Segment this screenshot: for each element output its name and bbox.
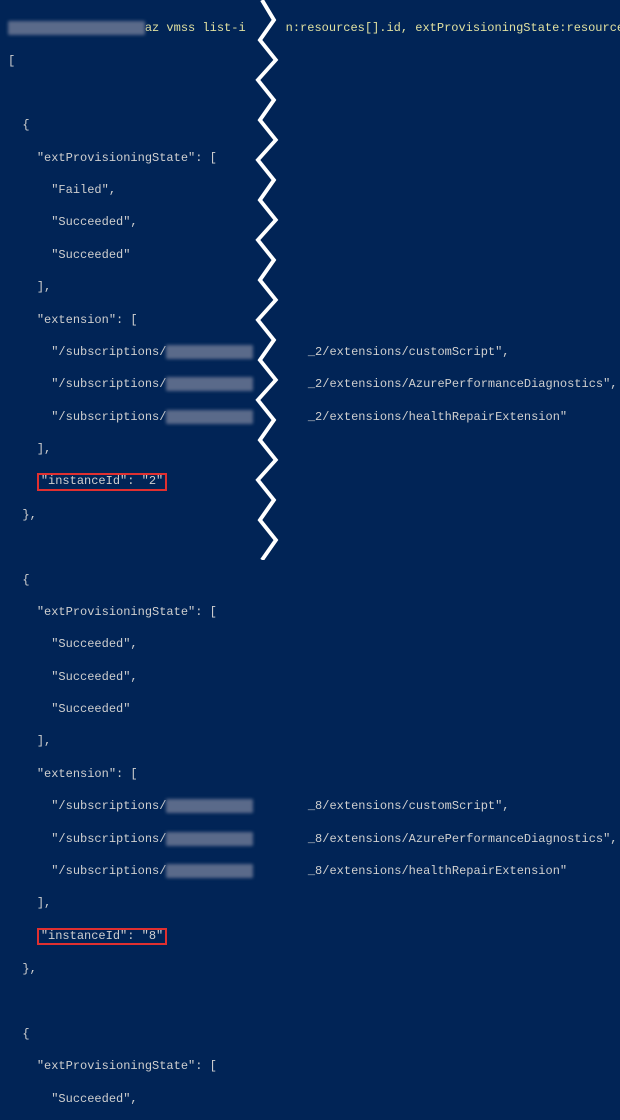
state-value: "Succeeded",: [8, 1091, 612, 1107]
command-left: az vmss list-i: [145, 21, 246, 35]
state-value: "Succeeded",: [8, 636, 612, 652]
arr-close: ],: [8, 441, 612, 457]
command-right: n:resources[].id, extProvisioningState:r…: [286, 21, 620, 35]
state-value: "Succeeded": [8, 247, 612, 263]
brace-open: {: [8, 117, 612, 133]
prompt-blur: PS C:\Users\admin>: [8, 21, 145, 35]
extension-label: "extension": [: [8, 766, 612, 782]
state-value: "Failed",: [8, 182, 612, 198]
instance-id-row: "instanceId": "2": [8, 473, 612, 490]
brace-open: {: [8, 572, 612, 588]
extension-path: "/subscriptions/xxxxxxxxxxxx_8/extension…: [8, 798, 612, 814]
command-line: PS C:\Users\admin> az vmss list-in:resou…: [8, 20, 612, 36]
state-value: "Succeeded",: [8, 214, 612, 230]
brace-close: },: [8, 507, 612, 523]
extension-path: "/subscriptions/xxxxxxxxxxxx_2/extension…: [8, 376, 612, 392]
extension-path: "/subscriptions/xxxxxxxxxxxx_2/extension…: [8, 344, 612, 360]
extension-path: "/subscriptions/xxxxxxxxxxxx_8/extension…: [8, 831, 612, 847]
extension-label: "extension": [: [8, 312, 612, 328]
json-open-bracket: [: [8, 53, 612, 69]
state-value: "Succeeded": [8, 701, 612, 717]
extension-path: "/subscriptions/xxxxxxxxxxxx_8/extension…: [8, 863, 612, 879]
instance-id-row: "instanceId": "8": [8, 928, 612, 945]
ext-prov-label: "extProvisioningState": [: [8, 1058, 612, 1074]
ext-prov-label: "extProvisioningState": [: [8, 150, 612, 166]
instance-id-highlight: "instanceId": "8": [37, 928, 167, 945]
arr-close: ],: [8, 895, 612, 911]
terminal-output: PS C:\Users\admin> az vmss list-i n:resou…: [0, 0, 620, 1120]
ext-prov-label: "extProvisioningState": [: [8, 604, 612, 620]
arr-close: ],: [8, 279, 612, 295]
brace-open: {: [8, 1026, 612, 1042]
state-value: "Succeeded",: [8, 669, 612, 685]
instance-id-highlight: "instanceId": "2": [37, 473, 167, 490]
brace-close: },: [8, 961, 612, 977]
arr-close: ],: [8, 733, 612, 749]
extension-path: "/subscriptions/xxxxxxxxxxxx_2/extension…: [8, 409, 612, 425]
